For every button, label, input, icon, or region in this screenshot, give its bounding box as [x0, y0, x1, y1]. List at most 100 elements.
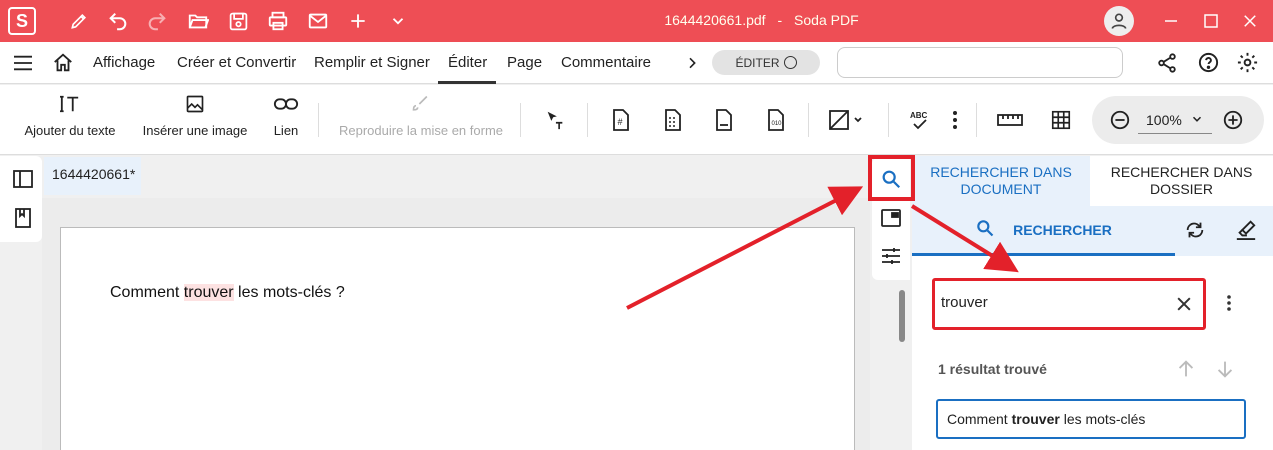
page-number-icon[interactable]: # — [606, 106, 634, 134]
format-painter-label: Reproduire la mise en forme — [338, 123, 504, 138]
edit-mode-label: ÉDITER — [735, 55, 780, 70]
menu-page[interactable]: Page — [507, 54, 542, 71]
subtab-search-label: RECHERCHER — [1013, 221, 1112, 238]
page-text-before: Comment — [110, 284, 184, 301]
insert-image-label: Insérer une image — [142, 123, 248, 138]
tab-search-folder[interactable]: RECHERCHER DANS DOSSIER — [1090, 156, 1273, 206]
file-name: 1644420661.pdf — [664, 12, 766, 28]
text-cursor-icon — [59, 85, 81, 123]
toolbar-separator — [587, 103, 588, 137]
app-name: Soda PDF — [794, 12, 859, 28]
toolbar-separator — [520, 103, 521, 137]
redo-icon[interactable] — [144, 8, 170, 34]
pen-icon[interactable] — [66, 8, 92, 34]
page-properties-icon[interactable] — [881, 209, 901, 230]
add-text-button[interactable]: Ajouter du texte — [20, 85, 120, 155]
bookmark-icon[interactable] — [15, 208, 31, 231]
image-icon — [185, 85, 205, 123]
header-footer-icon[interactable] — [709, 106, 737, 134]
annotation-highlight-box — [868, 155, 915, 201]
replace-icon[interactable] — [1184, 219, 1206, 244]
hamburger-menu-icon[interactable] — [12, 54, 34, 75]
search-input-box — [932, 278, 1206, 330]
mail-icon[interactable] — [305, 8, 331, 34]
avatar[interactable] — [1104, 6, 1134, 36]
print-icon[interactable] — [265, 8, 291, 34]
link-icon — [273, 85, 299, 123]
undo-icon[interactable] — [105, 8, 131, 34]
result-text-after: les mots-clés — [1059, 411, 1146, 427]
chevron-right-icon[interactable] — [684, 55, 700, 74]
search-result-item[interactable]: Comment trouver les mots-clés — [936, 399, 1246, 439]
plus-icon[interactable] — [345, 8, 371, 34]
app-logo[interactable]: S — [8, 7, 36, 35]
search-options-more-icon[interactable] — [1226, 294, 1232, 315]
toolbar-separator — [318, 103, 319, 137]
result-count: 1 résultat trouvé — [938, 361, 1047, 377]
spell-check-icon[interactable]: ABC — [906, 106, 934, 134]
svg-text:#: # — [618, 117, 623, 127]
menu-creer-convertir[interactable]: Créer et Convertir — [177, 54, 296, 71]
pdf-page — [60, 227, 855, 450]
title-bar: S 1644420661.pdf - Soda PDF — [0, 0, 1273, 42]
global-search-field[interactable] — [837, 47, 1123, 78]
menu-commentaire[interactable]: Commentaire — [561, 54, 651, 71]
zoom-in-icon[interactable] — [1219, 106, 1247, 134]
active-menu-indicator — [438, 81, 496, 84]
help-icon[interactable] — [1197, 51, 1220, 77]
left-sidebar-strip — [0, 156, 42, 242]
more-vertical-icon[interactable] — [941, 106, 969, 134]
grid-icon[interactable] — [1047, 106, 1075, 134]
vertical-scrollbar[interactable] — [899, 290, 905, 342]
page-grid-icon[interactable] — [658, 106, 686, 134]
eraser-icon[interactable] — [1235, 217, 1257, 244]
page-text[interactable]: Comment trouver les mots-clés ? — [110, 284, 345, 302]
sliders-icon[interactable] — [881, 247, 901, 268]
format-painter-button[interactable]: Reproduire la mise en forme — [336, 85, 506, 155]
page-text-after: les mots-clés ? — [233, 284, 345, 301]
title-separator: - — [777, 12, 783, 28]
svg-text:ABC: ABC — [910, 111, 928, 120]
previous-result-arrow-icon[interactable] — [1175, 358, 1197, 383]
search-icon — [975, 218, 995, 241]
open-folder-icon[interactable] — [185, 8, 211, 34]
search-highlight: trouver — [183, 284, 234, 301]
zoom-value: 100% — [1146, 111, 1182, 128]
brush-icon — [411, 85, 431, 123]
document-tab[interactable]: 1644420661* — [44, 157, 141, 195]
link-button[interactable]: Lien — [266, 85, 306, 155]
result-match: trouver — [1011, 411, 1060, 427]
home-icon[interactable] — [52, 52, 74, 77]
ruler-icon[interactable] — [995, 106, 1025, 134]
edit-mode-toggle[interactable]: ÉDITER — [712, 50, 820, 75]
next-result-arrow-icon[interactable] — [1214, 358, 1236, 383]
link-label: Lien — [273, 123, 299, 138]
toolbar-separator — [808, 103, 809, 137]
sidebar-panel-icon[interactable] — [13, 170, 33, 191]
minimize-icon[interactable] — [1158, 8, 1184, 34]
subtab-search[interactable]: RECHERCHER — [912, 206, 1175, 256]
settings-gear-icon[interactable] — [1236, 51, 1259, 77]
chevron-down-icon[interactable] — [385, 8, 411, 34]
tab-search-document[interactable]: RECHERCHER DANS DOCUMENT — [912, 156, 1090, 206]
chevron-down-icon — [1190, 112, 1204, 129]
insert-image-button[interactable]: Insérer une image — [140, 85, 250, 155]
menu-editer[interactable]: Éditer — [448, 54, 487, 71]
share-icon[interactable] — [1156, 52, 1178, 77]
add-text-label: Ajouter du texte — [24, 123, 116, 138]
result-text-before: Comment — [947, 411, 1012, 427]
maximize-icon[interactable] — [1198, 8, 1224, 34]
clear-search-icon[interactable] — [1174, 294, 1194, 317]
save-icon[interactable] — [225, 8, 251, 34]
menu-remplir-signer[interactable]: Remplir et Signer — [314, 54, 430, 71]
toolbar: Ajouter du texte Insérer une image Lien … — [0, 85, 1273, 155]
search-input[interactable] — [941, 294, 1161, 311]
toolbar-separator — [976, 103, 977, 137]
close-icon[interactable] — [1237, 8, 1263, 34]
select-text-cursor-icon[interactable] — [541, 106, 569, 134]
zoom-out-icon[interactable] — [1106, 106, 1134, 134]
background-icon[interactable] — [826, 106, 866, 134]
zoom-select[interactable]: 100% — [1138, 106, 1212, 134]
menu-affichage[interactable]: Affichage — [93, 54, 155, 71]
bates-numbering-icon[interactable]: 010 — [762, 106, 790, 134]
